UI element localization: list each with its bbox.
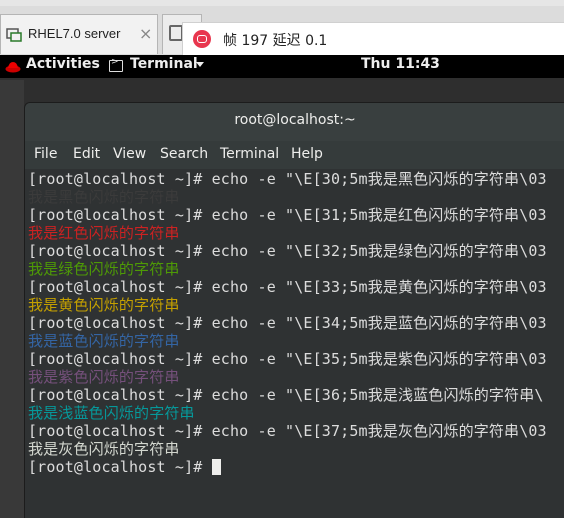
menu-view[interactable]: View	[113, 146, 146, 162]
terminal-line: 我是灰色闪烁的字符串	[28, 440, 180, 458]
chevron-down-icon[interactable]	[196, 62, 204, 67]
terminal-menubar: File Edit View Search Terminal Help	[25, 141, 564, 169]
fps-overlay: 帧 197 延迟 0.1	[182, 22, 564, 56]
menu-edit[interactable]: Edit	[73, 146, 100, 162]
background-window	[0, 80, 24, 518]
terminal-line: [root@localhost ~]# echo -e "\E[33;5m我是黄…	[28, 278, 547, 296]
terminal-line: 我是浅蓝色闪烁的字符串	[28, 404, 195, 422]
terminal-line: [root@localhost ~]# echo -e "\E[35;5m我是紫…	[28, 350, 547, 368]
vm-tab-rhel[interactable]: RHEL7.0 server ×	[0, 14, 158, 54]
terminal-header-bar[interactable]: root@localhost:~	[25, 103, 564, 141]
app-menu-button[interactable]: Terminal	[130, 56, 198, 72]
terminal-window[interactable]: root@localhost:~ File Edit View Search T…	[24, 102, 564, 518]
menu-search[interactable]: Search	[160, 146, 208, 162]
terminal-line: 我是黑色闪烁的字符串	[28, 188, 180, 206]
terminal-line: [root@localhost ~]# echo -e "\E[31;5m我是红…	[28, 206, 547, 224]
terminal-line: 我是蓝色闪烁的字符串	[28, 332, 180, 350]
recorder-icon	[193, 30, 211, 48]
gnome-top-bar: Activities Terminal Thu 11:43	[0, 55, 564, 78]
clock[interactable]: Thu 11:43	[361, 56, 440, 72]
terminal-line: [root@localhost ~]# echo -e "\E[34;5m我是蓝…	[28, 314, 547, 332]
vm-toolbar-strip	[0, 0, 564, 6]
vm-tab-icon	[169, 25, 183, 41]
menu-help[interactable]: Help	[291, 146, 323, 162]
terminal-prompt-line: [root@localhost ~]#	[28, 458, 221, 476]
activities-button[interactable]: Activities	[26, 56, 100, 72]
terminal-line: [root@localhost ~]# echo -e "\E[36;5m我是浅…	[28, 386, 544, 404]
terminal-line: 我是绿色闪烁的字符串	[28, 260, 180, 278]
fps-readout: 帧 197 延迟 0.1	[223, 33, 328, 49]
menu-file[interactable]: File	[34, 146, 57, 162]
terminal-title: root@localhost:~	[234, 112, 356, 128]
terminal-line: [root@localhost ~]# echo -e "\E[32;5m我是绿…	[28, 242, 547, 260]
vm-machine-icon	[6, 27, 22, 42]
terminal-line: [root@localhost ~]# echo -e "\E[30;5m我是黑…	[28, 170, 547, 188]
menu-terminal[interactable]: Terminal	[220, 146, 279, 162]
terminal-screen[interactable]: [root@localhost ~]# echo -e "\E[30;5m我是黑…	[25, 169, 564, 518]
terminal-icon	[109, 57, 123, 72]
terminal-line: 我是紫色闪烁的字符串	[28, 368, 180, 386]
terminal-line: 我是红色闪烁的字符串	[28, 224, 180, 242]
close-icon[interactable]: ×	[139, 24, 152, 43]
terminal-cursor	[211, 459, 221, 475]
vm-tab-title: RHEL7.0 server	[28, 26, 121, 41]
terminal-prompt: [root@localhost ~]#	[28, 458, 212, 476]
redhat-hat-icon[interactable]	[5, 59, 21, 73]
terminal-line: 我是黄色闪烁的字符串	[28, 296, 180, 314]
terminal-line: [root@localhost ~]# echo -e "\E[37;5m我是灰…	[28, 422, 547, 440]
